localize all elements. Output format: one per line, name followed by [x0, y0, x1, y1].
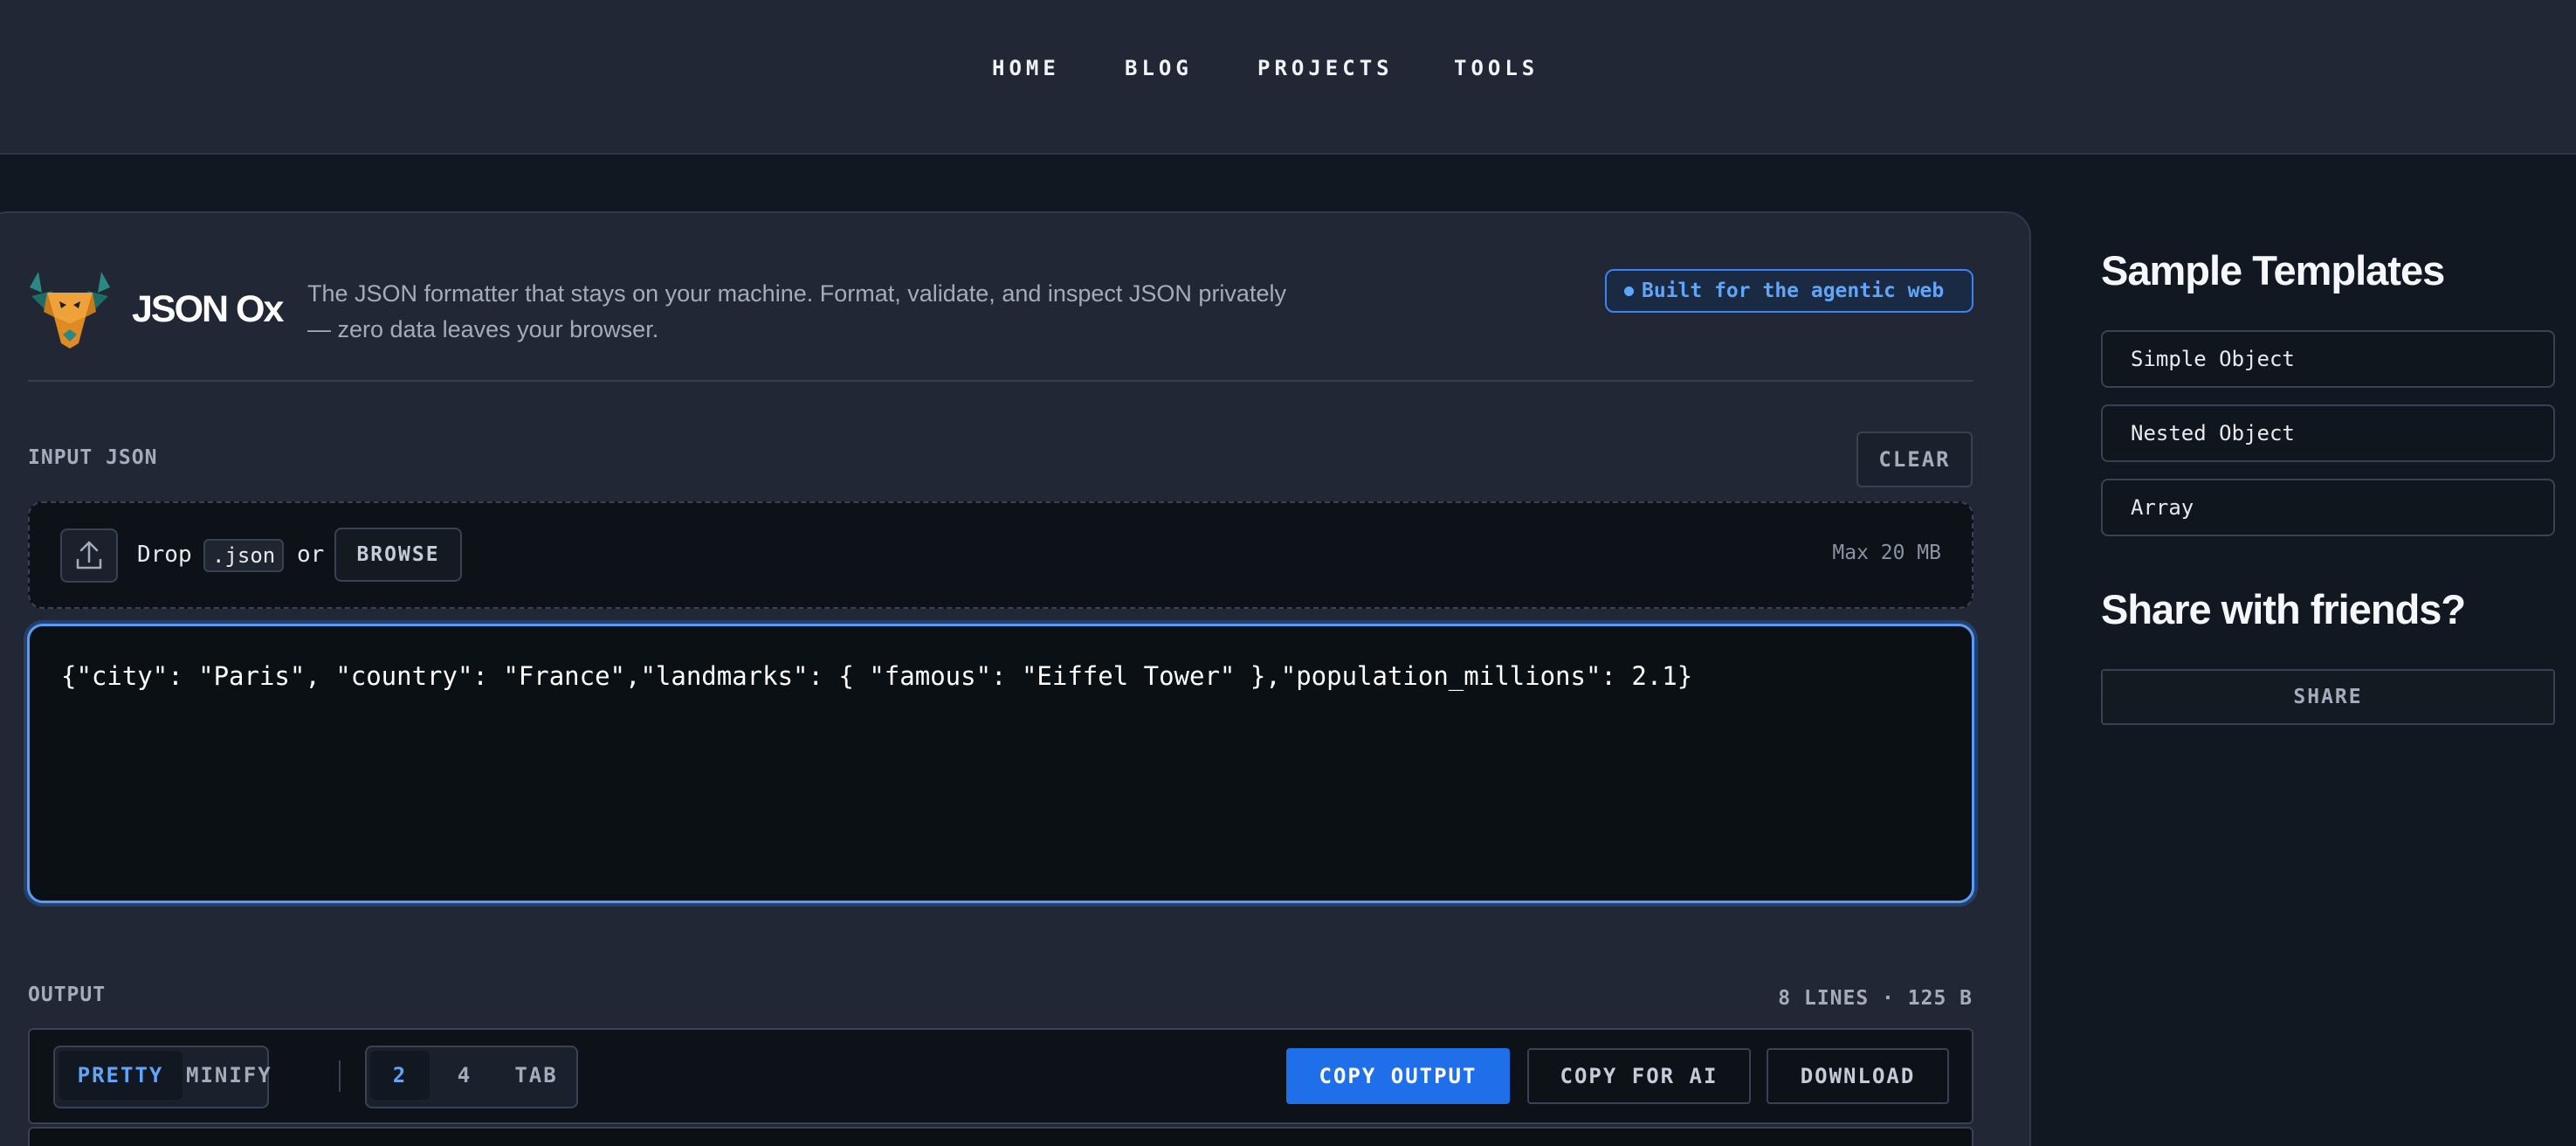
input-json-label: INPUT JSON — [28, 446, 157, 469]
toolbar-separator — [339, 1060, 341, 1092]
nav-home-link[interactable]: HOME — [992, 56, 1060, 80]
browse-button[interactable]: BROWSE — [334, 528, 462, 582]
nav-projects-link[interactable]: PROJECTS — [1257, 56, 1394, 80]
download-button[interactable]: DOWNLOAD — [1767, 1048, 1949, 1104]
upload-icon[interactable] — [60, 528, 118, 583]
header-divider — [28, 380, 1973, 382]
tagline: The JSON formatter that stays on your ma… — [307, 276, 1303, 348]
drop-or-text: or — [297, 542, 324, 568]
pretty-mode-button[interactable]: PRETTY — [59, 1051, 183, 1100]
json-extension-chip: .json — [203, 539, 284, 572]
sample-templates-heading: Sample Templates — [2101, 246, 2444, 294]
drop-prefix-text: Drop — [137, 542, 192, 568]
badge-label: Built for the agentic web — [1642, 280, 1944, 302]
copy-for-ai-button[interactable]: COPY FOR AI — [1527, 1048, 1751, 1104]
tagline-line-1: The JSON formatter that stays on your ma… — [307, 276, 1303, 312]
nav-blog-link[interactable]: BLOG — [1125, 56, 1193, 80]
indent-tab-button[interactable]: TAB — [499, 1051, 573, 1100]
json-output-area[interactable] — [28, 1127, 1973, 1146]
indent-2-button[interactable]: 2 — [370, 1051, 430, 1100]
output-stats: 8 LINES · 125 B — [1778, 987, 1973, 1010]
template-nested-object[interactable]: Nested Object — [2101, 404, 2555, 462]
top-nav: HOME BLOG PROJECTS TOOLS — [0, 0, 2576, 155]
share-button[interactable]: SHARE — [2101, 669, 2555, 725]
badge-dot-icon — [1624, 286, 1634, 296]
share-heading: Share with friends? — [2101, 585, 2465, 633]
indent-toggle: 2 4 TAB — [365, 1046, 578, 1108]
brand-title: JSON Ox — [132, 288, 282, 331]
format-mode-toggle: PRETTY MINIFY — [53, 1046, 269, 1108]
output-label: OUTPUT — [28, 984, 106, 1006]
tagline-line-2: — zero data leaves your browser. — [307, 312, 1303, 348]
clear-button[interactable]: CLEAR — [1856, 431, 1973, 487]
ox-head-logo-icon — [28, 272, 112, 350]
template-simple-object[interactable]: Simple Object — [2101, 330, 2555, 388]
template-array[interactable]: Array — [2101, 479, 2555, 536]
json-input-text[interactable]: {"city": "Paris", "country": "France","l… — [61, 661, 1692, 691]
nav-tools-link[interactable]: TOOLS — [1454, 56, 1539, 80]
copy-output-button[interactable]: COPY OUTPUT — [1286, 1048, 1510, 1104]
indent-4-button[interactable]: 4 — [433, 1051, 496, 1100]
minify-mode-button[interactable]: MINIFY — [186, 1051, 266, 1100]
agentic-web-badge: Built for the agentic web — [1605, 269, 1973, 313]
max-size-label: Max 20 MB — [1832, 542, 1941, 564]
